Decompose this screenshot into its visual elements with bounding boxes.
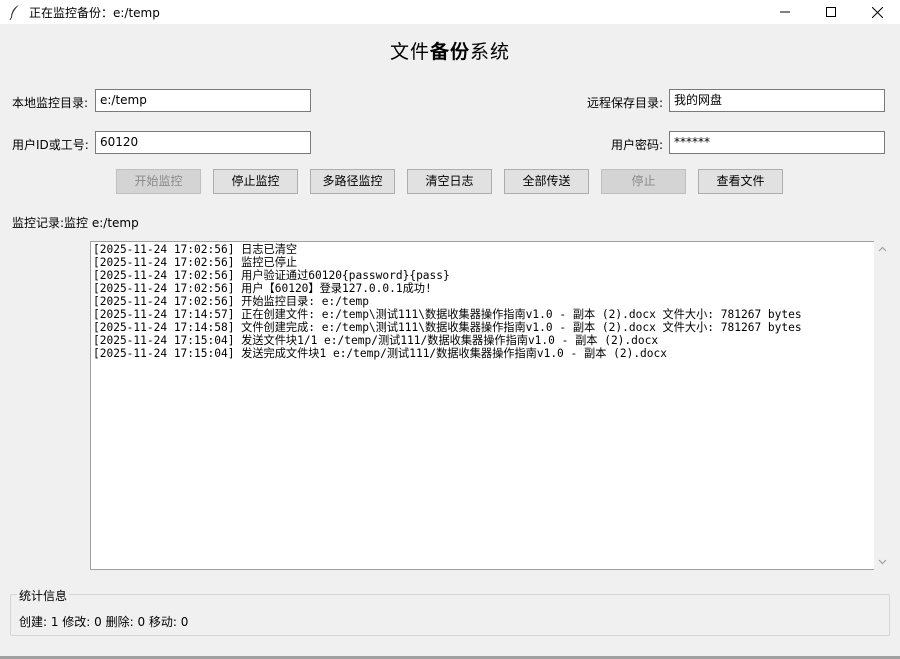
minimize-button[interactable] bbox=[762, 0, 808, 24]
app-title: 文件备份系统 bbox=[389, 41, 511, 63]
log-line: [2025-11-24 17:02:56] 用户验证通过60120{passwo… bbox=[93, 269, 450, 282]
window-title: 正在监控备份：e:/temp bbox=[29, 6, 160, 20]
stats-legend: 统计信息 bbox=[17, 587, 70, 604]
log-line: [2025-11-24 17:14:57] 正在创建文件: e:/temp\测试… bbox=[93, 308, 802, 321]
monitor-status-text: 监控 e:/temp bbox=[64, 216, 139, 230]
user-id-label: 用户ID或工号: bbox=[12, 138, 89, 152]
scroll-up-icon[interactable] bbox=[877, 244, 888, 255]
send-all-button[interactable]: 全部传送 bbox=[504, 169, 589, 194]
maximize-button[interactable] bbox=[808, 0, 854, 24]
password-input[interactable]: ****** bbox=[669, 131, 885, 154]
start-monitor-button[interactable]: 开始监控 bbox=[116, 169, 201, 194]
log-textarea[interactable]: [2025-11-24 17:02:56] 日志已清空 [2025-11-24 1… bbox=[90, 241, 874, 570]
maximize-icon bbox=[826, 7, 836, 17]
log-line: [2025-11-24 17:02:56] 开始监控目录: e:/temp bbox=[93, 295, 369, 308]
stats-summary: 创建: 1 修改: 0 删除: 0 移动: 0 bbox=[19, 615, 189, 629]
local-dir-label: 本地监控目录: bbox=[12, 96, 89, 110]
log-line: [2025-11-24 17:15:04] 发送完成文件块1 e:/temp/测… bbox=[93, 347, 667, 360]
log-scrollbar[interactable] bbox=[874, 241, 891, 570]
view-files-button[interactable]: 查看文件 bbox=[698, 169, 783, 194]
window-titlebar: 正在监控备份：e:/temp bbox=[0, 0, 900, 24]
close-icon bbox=[871, 6, 883, 18]
log-line: [2025-11-24 17:02:56] 用户【60120】登录127.0.0… bbox=[93, 282, 432, 295]
log-line: [2025-11-24 17:02:56] 监控已停止 bbox=[93, 256, 298, 269]
log-line: [2025-11-24 17:02:56] 日志已清空 bbox=[93, 243, 298, 256]
stop-monitor-button[interactable]: 停止监控 bbox=[213, 169, 298, 194]
monitor-record-label: 监控记录:监控 e:/temp bbox=[12, 216, 139, 230]
local-dir-input[interactable]: e:/temp bbox=[95, 89, 311, 112]
remote-dir-input[interactable]: 我的网盘 bbox=[669, 89, 885, 112]
remote-dir-label: 远程保存目录: bbox=[587, 96, 664, 110]
log-line: [2025-11-24 17:15:04] 发送文件块1/1 e:/temp/测… bbox=[93, 334, 659, 347]
feather-icon bbox=[9, 5, 19, 20]
scroll-down-icon[interactable] bbox=[877, 556, 888, 567]
multi-path-monitor-button[interactable]: 多路径监控 bbox=[310, 169, 395, 194]
user-id-input[interactable]: 60120 bbox=[95, 131, 311, 154]
stats-group: 统计信息 创建: 1 修改: 0 删除: 0 移动: 0 bbox=[10, 587, 890, 636]
log-line: [2025-11-24 17:14:58] 文件创建完成: e:/temp\测试… bbox=[93, 321, 802, 334]
minimize-icon bbox=[780, 11, 790, 13]
password-label: 用户密码: bbox=[611, 138, 664, 152]
halt-button[interactable]: 停止 bbox=[601, 169, 686, 194]
clear-log-button[interactable]: 清空日志 bbox=[407, 169, 492, 194]
close-button[interactable] bbox=[854, 0, 900, 24]
